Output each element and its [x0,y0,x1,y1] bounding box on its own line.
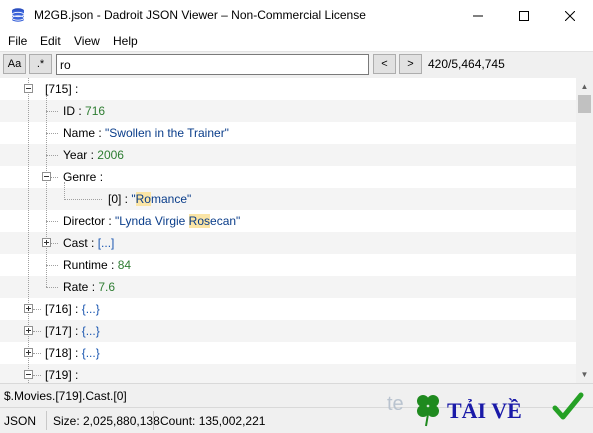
match-case-button[interactable]: Aa [3,54,26,74]
svg-text:te: te [387,393,404,415]
previous-match-button[interactable]: < [373,54,396,74]
menu-help[interactable]: Help [113,34,138,48]
app-icon [11,8,25,22]
menu-file[interactable]: File [8,34,27,48]
title-bar: M2GB.json - Dadroit JSON Viewer – Non-Co… [0,0,593,31]
search-toolbar: Aa .* < > 420/5,464,745 [0,51,593,79]
expand-toggle[interactable] [42,238,51,247]
minimize-button[interactable] [455,0,501,31]
menu-edit[interactable]: Edit [40,34,61,48]
tree-row-runtime[interactable]: Runtime : 84 [63,254,131,276]
collapse-toggle[interactable] [24,84,33,93]
search-highlight: Ros [188,214,211,228]
menu-bar: File Edit View Help [0,31,593,51]
search-highlight: Ro [135,192,151,206]
match-count: 420/5,464,745 [428,57,505,71]
tree-row-id[interactable]: ID : 716 [63,100,105,122]
maximize-icon [519,10,529,21]
tree-row-year[interactable]: Year : 2006 [63,144,124,166]
status-size: Size: 2,025,880,138 [53,414,160,428]
expand-toggle[interactable] [24,348,33,357]
close-button[interactable] [547,0,593,31]
tree-node-716[interactable]: [716] : {...} [45,298,100,320]
svg-text:TẢI VỀ: TẢI VỀ [447,398,522,423]
tree-node-717[interactable]: [717] : {...} [45,320,100,342]
tree-node-719[interactable]: [719] : [45,364,78,383]
tree-row-rate[interactable]: Rate : 7.6 [63,276,115,298]
tree-line [28,78,29,383]
scroll-down-icon[interactable]: ▼ [576,366,593,383]
json-tree[interactable]: [715] : ID : 716 Name : "Swollen in the … [0,78,576,383]
search-input[interactable] [56,54,369,75]
regex-button[interactable]: .* [29,54,52,74]
expand-toggle[interactable] [24,304,33,313]
close-icon [565,10,575,21]
maximize-button[interactable] [501,0,547,31]
scrollbar-thumb[interactable] [578,95,591,113]
expand-toggle[interactable] [24,326,33,335]
vertical-scrollbar[interactable]: ▲ ▼ [576,78,593,383]
collapse-toggle[interactable] [42,172,51,181]
minimize-icon [473,15,483,16]
window-title: M2GB.json - Dadroit JSON Viewer – Non-Co… [34,8,366,22]
watermark-logo: te TẢI VỀ [387,392,584,427]
tree-row-name[interactable]: Name : "Swollen in the Trainer" [63,122,229,144]
tree-row-genre[interactable]: Genre : [63,166,103,188]
tree-row-cast[interactable]: Cast : [...] [63,232,114,254]
next-match-button[interactable]: > [399,54,422,74]
tree-line [46,94,47,287]
scroll-up-icon[interactable]: ▲ [576,78,593,95]
menu-view[interactable]: View [74,34,100,48]
tree-node-715[interactable]: [715] : [45,78,78,100]
collapse-toggle[interactable] [24,370,33,379]
tree-row-genre-0[interactable]: [0] : "Romance" [108,188,191,210]
tree-node-718[interactable]: [718] : {...} [45,342,100,364]
tree-row-director[interactable]: Director : "Lynda Virgie Rosecan" [63,210,240,232]
json-path: $.Movies.[719].Cast.[0] [4,389,127,403]
status-format: JSON [4,414,37,428]
status-count: Count: 135,002,221 [160,414,266,428]
